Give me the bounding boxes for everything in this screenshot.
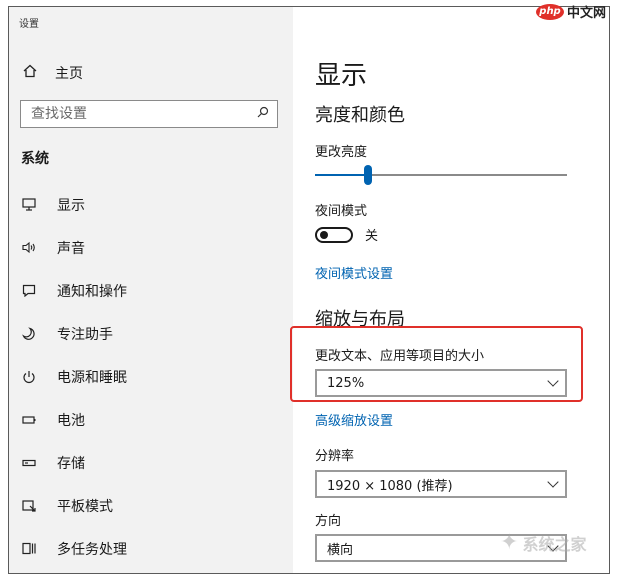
- advanced-scaling-link[interactable]: 高级缩放设置: [315, 410, 393, 429]
- orientation-label: 方向: [315, 514, 342, 529]
- power-icon: [21, 370, 37, 384]
- resolution-dropdown[interactable]: 1920 × 1080 (推荐): [315, 470, 567, 498]
- sidebar-section-title: 系统: [21, 151, 49, 167]
- search-icon: [257, 106, 269, 122]
- logo-text: 中文网: [567, 6, 607, 21]
- brightness-slider-fill: [315, 174, 368, 176]
- sidebar: 设置 主页 系统 显示 声: [9, 7, 293, 573]
- watermark-text: 系统之家: [522, 534, 587, 554]
- sidebar-home-label: 主页: [55, 66, 83, 82]
- php-logo: php 中文网: [536, 2, 606, 21]
- multitask-icon: [21, 542, 37, 555]
- brightness-heading: 亮度和颜色: [315, 105, 405, 126]
- search-box[interactable]: [20, 100, 278, 128]
- sidebar-item-display[interactable]: 显示: [21, 183, 127, 226]
- orientation-dropdown-value: 横向: [327, 542, 354, 558]
- sidebar-item-label: 存储: [57, 455, 85, 472]
- speaker-icon: [21, 241, 37, 254]
- sidebar-item-label: 平板模式: [57, 498, 113, 515]
- toggle-knob: [320, 230, 328, 239]
- sidebar-item-label: 多任务处理: [57, 541, 127, 558]
- star-icon: ✦: [500, 530, 519, 555]
- sidebar-item-storage[interactable]: 存储: [21, 441, 127, 484]
- night-light-toggle[interactable]: 关: [315, 225, 378, 244]
- scale-dropdown[interactable]: 125%: [315, 369, 567, 397]
- toggle-state-label: 关: [365, 229, 379, 244]
- brightness-slider[interactable]: [315, 165, 567, 185]
- search-input[interactable]: [31, 106, 231, 122]
- sidebar-item-sound[interactable]: 声音: [21, 226, 127, 269]
- brightness-label: 更改亮度: [315, 145, 368, 160]
- moon-icon: [21, 326, 37, 341]
- home-icon: [21, 64, 39, 82]
- sidebar-item-label: 专注助手: [57, 326, 113, 343]
- sidebar-item-power-sleep[interactable]: 电源和睡眠: [21, 355, 127, 398]
- sidebar-item-tablet-mode[interactable]: 平板模式: [21, 484, 127, 527]
- sidebar-item-label: 声音: [57, 240, 85, 257]
- sidebar-nav: 显示 声音 通知和操作 专注助手 电源和睡眠 电池 存储 平板模式 多任务处理: [21, 183, 127, 570]
- chevron-down-icon: [547, 476, 559, 488]
- sidebar-item-label: 电池: [57, 412, 85, 429]
- settings-window: 设置 主页 系统 显示 声: [8, 6, 610, 574]
- monitor-icon: [21, 198, 37, 211]
- resolution-label: 分辨率: [315, 449, 355, 464]
- sidebar-item-focus-assist[interactable]: 专注助手: [21, 312, 127, 355]
- sidebar-item-multitasking[interactable]: 多任务处理: [21, 527, 127, 570]
- chevron-down-icon: [547, 375, 559, 387]
- sidebar-item-label: 电源和睡眠: [57, 369, 127, 386]
- sidebar-item-notifications[interactable]: 通知和操作: [21, 269, 127, 312]
- sidebar-item-battery[interactable]: 电池: [21, 398, 127, 441]
- toggle-switch[interactable]: [315, 226, 353, 243]
- logo-badge: php: [536, 3, 564, 20]
- watermark: ✦ 系统之家: [500, 530, 586, 555]
- night-light-label: 夜间模式: [315, 204, 368, 219]
- sidebar-item-label: 通知和操作: [57, 283, 127, 300]
- notification-icon: [21, 284, 37, 297]
- window-title: 设置: [19, 19, 39, 30]
- scale-label: 更改文本、应用等项目的大小: [315, 349, 485, 364]
- resolution-dropdown-value: 1920 × 1080 (推荐): [327, 478, 453, 494]
- scale-layout-heading: 缩放与布局: [315, 309, 405, 330]
- main-content: 显示 亮度和颜色 更改亮度 夜间模式 关 夜间模式设置 缩放与布局 更改文本、应…: [293, 7, 609, 573]
- tablet-icon: [21, 499, 37, 513]
- storage-icon: [21, 459, 37, 467]
- scale-dropdown-value: 125%: [327, 375, 365, 391]
- night-light-settings-link[interactable]: 夜间模式设置: [315, 263, 393, 282]
- sidebar-home[interactable]: 主页: [21, 63, 83, 83]
- brightness-slider-thumb[interactable]: [363, 165, 372, 185]
- sidebar-item-label: 显示: [57, 197, 85, 214]
- battery-icon: [21, 415, 37, 425]
- page-title: 显示: [315, 61, 368, 91]
